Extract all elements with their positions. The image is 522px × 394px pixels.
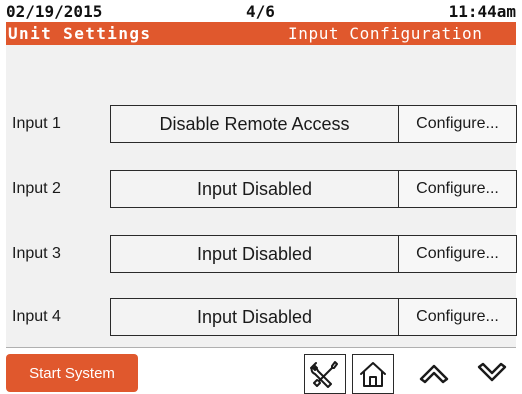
input-config-panel: Input 1 Disable Remote Access Configure.…: [6, 45, 517, 348]
bottom-toolbar: Start System: [6, 348, 516, 394]
input-row-3: Input 3 Input Disabled Configure...: [6, 235, 517, 273]
status-bar: 02/19/2015 4/6 11:44am: [6, 0, 516, 22]
title-bar: Unit Settings Input Configuration: [6, 22, 516, 45]
input-label: Input 3: [12, 245, 61, 262]
home-button[interactable]: [352, 354, 394, 394]
home-icon: [360, 362, 386, 387]
page-title: Input Configuration: [288, 24, 483, 43]
page-indicator: 4/6: [246, 2, 275, 21]
input-mode-selector[interactable]: Disable Remote Access: [110, 105, 399, 143]
input-row-2: Input 2 Input Disabled Configure...: [6, 170, 517, 208]
configure-button[interactable]: Configure...: [398, 170, 517, 208]
tools-button[interactable]: [304, 354, 346, 394]
tools-icon: [310, 361, 338, 388]
chevron-up-icon: [419, 364, 449, 384]
configure-button[interactable]: Configure...: [398, 298, 517, 336]
chevron-down-icon: [477, 362, 507, 382]
input-label: Input 2: [12, 180, 61, 197]
configure-button[interactable]: Configure...: [398, 105, 517, 143]
status-date: 02/19/2015: [6, 2, 103, 21]
scroll-up-button[interactable]: [414, 354, 454, 392]
input-row-4: Input 4 Input Disabled Configure...: [6, 298, 517, 336]
input-label: Input 4: [12, 308, 61, 325]
start-system-button[interactable]: Start System: [6, 354, 138, 392]
input-mode-selector[interactable]: Input Disabled: [110, 170, 399, 208]
input-mode-selector[interactable]: Input Disabled: [110, 298, 399, 336]
input-mode-selector[interactable]: Input Disabled: [110, 235, 399, 273]
configure-button[interactable]: Configure...: [398, 235, 517, 273]
input-label: Input 1: [12, 115, 61, 132]
status-time: 11:44am: [448, 2, 516, 21]
scroll-down-button[interactable]: [472, 354, 512, 392]
input-row-1: Input 1 Disable Remote Access Configure.…: [6, 105, 517, 143]
section-title: Unit Settings: [8, 24, 152, 43]
